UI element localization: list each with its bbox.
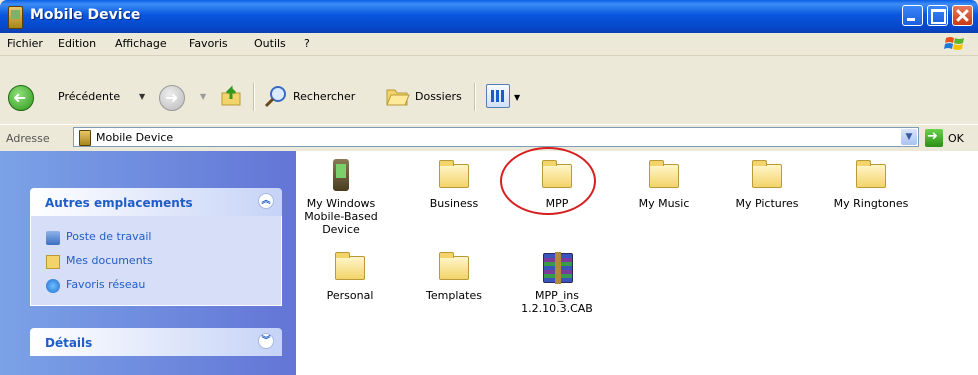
file-item-personal[interactable]: Personal <box>305 251 395 302</box>
toolbar-separator <box>253 83 255 111</box>
item-label: 1.2.10.3.CAB <box>521 302 593 315</box>
file-item-templates[interactable]: Templates <box>409 251 499 302</box>
other-places-title: Autres emplacements <box>45 196 193 210</box>
link-label: Mes documents <box>66 254 153 267</box>
link-mes-documents[interactable]: Mes documents <box>46 254 153 269</box>
item-label: Device <box>322 223 360 236</box>
mobile-device-icon <box>79 130 91 146</box>
network-icon <box>46 279 60 293</box>
folder-icon <box>855 159 887 191</box>
item-label: Business <box>429 197 479 210</box>
link-label: Poste de travail <box>66 230 152 243</box>
go-button-label[interactable]: OK <box>948 132 964 145</box>
documents-folder-icon <box>46 255 60 269</box>
link-label: Favoris réseau <box>66 278 146 291</box>
address-label: Adresse <box>6 132 50 145</box>
folder-up-icon[interactable] <box>221 85 243 107</box>
file-list: My Windows Mobile-Based Device Business … <box>296 151 978 375</box>
item-label: My Pictures <box>735 197 799 210</box>
link-poste-de-travail[interactable]: Poste de travail <box>46 230 152 245</box>
task-pane: Autres emplacements ︽ Poste de travail M… <box>0 151 296 375</box>
folder-icon <box>334 251 366 283</box>
folders-icon[interactable] <box>385 86 411 108</box>
file-item-mpp-cab[interactable]: MPP_ins 1.2.10.3.CAB <box>512 251 602 315</box>
folder-icon <box>438 159 470 191</box>
search-icon[interactable] <box>264 85 288 109</box>
menu-favoris[interactable]: Favoris <box>189 37 228 50</box>
file-item-device[interactable]: My Windows Mobile-Based Device <box>296 159 386 236</box>
window-title: Mobile Device <box>30 7 141 23</box>
file-item-my-music[interactable]: My Music <box>619 159 709 210</box>
forward-dropdown-icon[interactable]: ▼ <box>200 92 206 101</box>
windows-logo-icon <box>944 37 964 50</box>
folders-button-label[interactable]: Dossiers <box>415 90 462 103</box>
mobile-device-icon <box>8 6 23 29</box>
back-arrow-icon[interactable] <box>8 85 34 111</box>
link-favoris-reseau[interactable]: Favoris réseau <box>46 278 146 293</box>
item-label: MPP_ins <box>534 289 580 302</box>
folder-icon <box>648 159 680 191</box>
views-dropdown-icon[interactable]: ▼ <box>514 93 520 102</box>
address-field[interactable]: Mobile Device ▼ <box>73 127 919 147</box>
highlight-circle <box>500 147 596 215</box>
computer-icon <box>46 231 60 245</box>
explorer-window: Mobile Device Fichier Edition Affichage … <box>0 0 978 375</box>
file-item-my-ringtones[interactable]: My Ringtones <box>826 159 916 210</box>
back-dropdown-icon[interactable]: ▼ <box>139 92 145 101</box>
go-arrow-icon[interactable] <box>925 129 943 147</box>
search-button-label[interactable]: Rechercher <box>293 90 355 103</box>
address-value: Mobile Device <box>96 131 174 144</box>
item-label: Templates <box>426 289 482 302</box>
menu-fichier[interactable]: Fichier <box>7 37 43 50</box>
item-label: My Music <box>638 197 690 210</box>
close-button[interactable] <box>952 5 973 26</box>
folder-icon <box>438 251 470 283</box>
file-item-my-pictures[interactable]: My Pictures <box>722 159 812 210</box>
views-icon[interactable] <box>486 84 510 108</box>
other-places-body: Poste de travail Mes documents Favoris r… <box>30 216 282 306</box>
file-item-business[interactable]: Business <box>409 159 499 210</box>
expand-chevron-icon[interactable]: ︾ <box>258 333 274 349</box>
menu-edition[interactable]: Edition <box>58 37 96 50</box>
item-label: My Windows <box>306 197 376 210</box>
back-button-label[interactable]: Précédente <box>58 90 120 103</box>
title-bar[interactable]: Mobile Device <box>0 0 978 33</box>
archive-icon <box>541 251 573 284</box>
collapse-chevron-icon[interactable]: ︽ <box>258 193 274 209</box>
details-header[interactable]: Détails ︾ <box>30 328 282 356</box>
menu-bar: Fichier Edition Affichage Favoris Outils… <box>0 33 978 56</box>
pda-icon <box>325 159 357 191</box>
toolbar-separator <box>474 83 476 111</box>
menu-outils[interactable]: Outils <box>254 37 286 50</box>
toolbar: Précédente ▼ ▼ Rechercher Dossiers ▼ <box>0 56 978 124</box>
details-title: Détails <box>45 336 93 350</box>
address-bar: Adresse Mobile Device ▼ OK <box>0 124 978 152</box>
item-label: Mobile-Based <box>304 210 378 223</box>
folder-icon <box>751 159 783 191</box>
other-places-header[interactable]: Autres emplacements ︽ <box>30 188 282 216</box>
address-dropdown-icon[interactable]: ▼ <box>901 129 917 145</box>
menu-affichage[interactable]: Affichage <box>115 37 167 50</box>
item-label: Personal <box>326 289 374 302</box>
item-label: My Ringtones <box>833 197 909 210</box>
maximize-button[interactable] <box>927 5 948 26</box>
menu-help[interactable]: ? <box>304 37 310 50</box>
minimize-button[interactable] <box>902 5 923 26</box>
forward-arrow-icon[interactable] <box>159 85 185 111</box>
